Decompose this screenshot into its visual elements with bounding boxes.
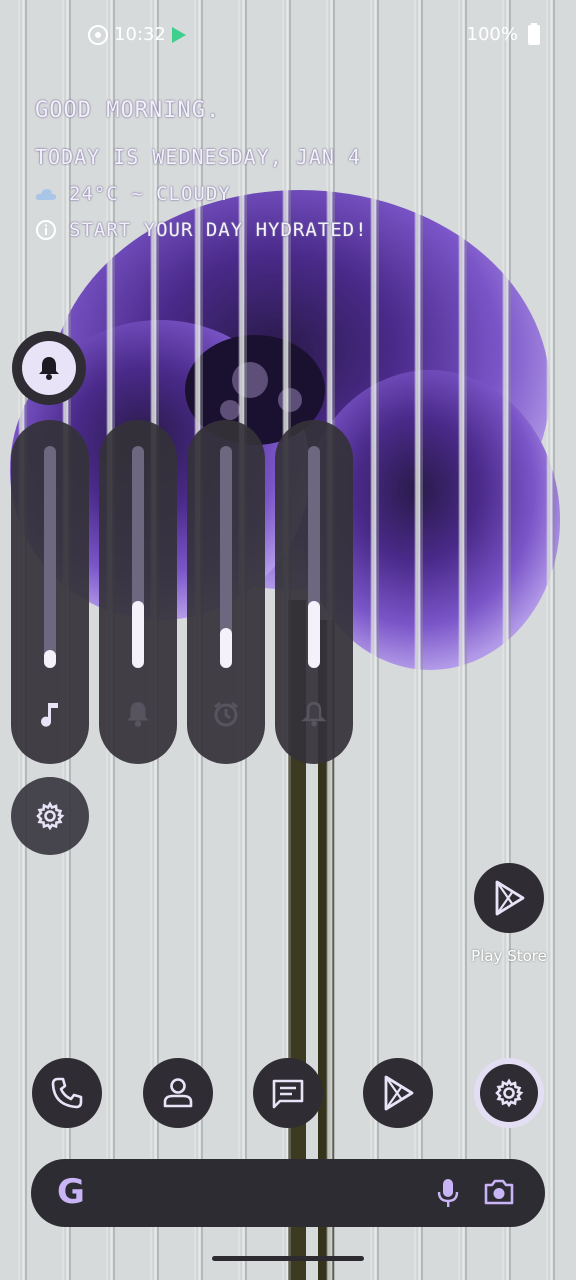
dock-settings[interactable] [474,1058,544,1128]
info-icon [36,220,56,240]
battery-percent: 100% [466,24,518,45]
volume-slider-ring[interactable] [99,420,177,764]
person-icon [163,1078,193,1108]
slider-fill [220,628,232,668]
tip-text: START YOUR DAY HYDRATED! [69,219,368,241]
bell-outline-icon [301,701,327,727]
slider-track[interactable] [220,446,232,668]
slider-fill [44,650,56,668]
play-store-notification-icon [171,26,186,43]
gear-icon [495,1078,524,1108]
dock-phone[interactable] [32,1058,102,1128]
message-icon [272,1079,304,1109]
volume-slider-notification[interactable] [275,420,353,764]
volume-slider-media[interactable] [11,420,89,764]
alarm-icon [214,701,238,727]
play-store-icon [384,1075,414,1111]
weather-row: 24°C ~ CLOUDY [35,183,368,205]
sound-settings-button[interactable] [11,777,89,855]
play-store-shortcut[interactable] [474,863,544,933]
status-right: 100% [466,22,540,45]
status-bar: 10:32 100% [0,22,576,52]
greeting-title: GOOD MORNING. [35,98,221,123]
tip-row: START YOUR DAY HYDRATED! [35,219,368,241]
clock: 10:32 [114,24,166,45]
slider-fill [132,601,144,668]
music-note-icon [41,703,58,727]
volume-slider-alarm[interactable] [187,420,265,764]
play-store-icon [495,880,525,916]
date-line: TODAY IS WEDNESDAY, JAN 4 [35,145,362,169]
bell-icon [127,702,149,727]
google-search-bar[interactable]: G [31,1159,545,1227]
bell-icon [39,357,59,380]
battery-full-icon [528,22,540,45]
google-logo[interactable]: G [57,1173,85,1211]
slider-track[interactable] [44,446,56,668]
slider-fill [308,601,320,668]
slider-track[interactable] [132,446,144,668]
dock-play-store[interactable] [363,1058,433,1128]
search-input[interactable] [111,1177,415,1211]
gesture-home-bar[interactable] [212,1256,364,1261]
gear-icon [36,801,65,831]
phone-icon [51,1077,83,1109]
status-left: 10:32 [88,24,186,45]
camera-icon[interactable] [483,1177,515,1207]
slider-track[interactable] [308,446,320,668]
ringer-mode-button[interactable] [12,331,86,405]
play-store-label[interactable]: Play Store [458,947,560,965]
dock-contacts[interactable] [143,1058,213,1128]
weather-text: 24°C ~ CLOUDY [69,183,231,205]
record-indicator-icon [88,24,108,45]
cloud-icon [35,189,57,200]
dock-messages[interactable] [253,1058,323,1128]
greeting-widget[interactable]: GOOD MORNING. TODAY IS WEDNESDAY, JAN 4 … [35,98,368,241]
mic-icon[interactable] [437,1177,459,1209]
